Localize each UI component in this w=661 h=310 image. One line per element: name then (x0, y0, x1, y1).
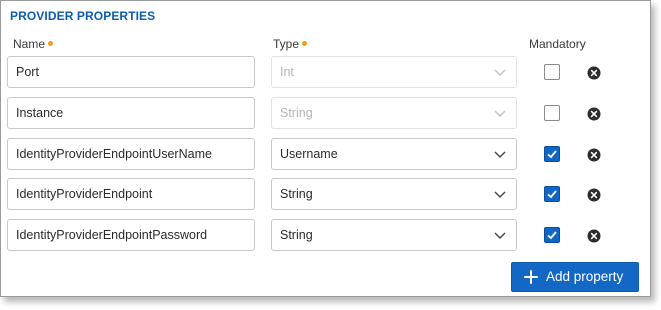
property-type-value: Int (280, 65, 294, 79)
remove-circle-icon[interactable] (587, 188, 601, 202)
property-name-input[interactable]: Port (7, 56, 255, 88)
add-property-label: Add property (546, 269, 624, 284)
property-name-input[interactable]: Instance (7, 97, 255, 129)
section-title: PROVIDER PROPERTIES (10, 9, 156, 23)
property-name-input[interactable]: IdentityProviderEndpointUserName (7, 138, 255, 170)
property-row: Port Int (1, 56, 650, 88)
mandatory-checkbox[interactable] (544, 64, 560, 80)
property-name-input[interactable]: IdentityProviderEndpointPassword (7, 219, 255, 251)
property-type-value: String (280, 106, 313, 120)
chevron-down-icon (494, 191, 506, 199)
check-icon (547, 231, 557, 240)
property-type-value: String (280, 228, 313, 242)
chevron-down-icon (494, 151, 506, 159)
property-type-select[interactable]: String (271, 97, 517, 129)
property-row: IdentityProviderEndpoint String (1, 178, 650, 210)
property-type-value: Username (280, 147, 338, 161)
property-type-value: String (280, 187, 313, 201)
chevron-down-icon (494, 69, 506, 77)
column-header-type: Type (273, 37, 308, 51)
chevron-down-icon (494, 232, 506, 240)
required-indicator (48, 41, 54, 46)
add-property-button[interactable]: Add property (511, 262, 639, 292)
property-type-select[interactable]: Int (271, 56, 517, 88)
provider-properties-panel: PROVIDER PROPERTIES Name Type Mandatory … (0, 0, 651, 297)
property-type-select[interactable]: String (271, 219, 517, 251)
property-name-input[interactable]: IdentityProviderEndpoint (7, 178, 255, 210)
property-type-select[interactable]: String (271, 178, 517, 210)
mandatory-checkbox[interactable] (544, 105, 560, 121)
property-row: IdentityProviderEndpointUserName Usernam… (1, 138, 650, 170)
check-icon (547, 190, 557, 199)
column-header-name: Name (13, 37, 54, 51)
remove-circle-icon[interactable] (587, 107, 601, 121)
column-header-name-label: Name (13, 37, 46, 51)
required-indicator (302, 41, 308, 46)
property-row: IdentityProviderEndpointPassword String (1, 219, 650, 251)
mandatory-checkbox[interactable] (544, 186, 560, 202)
remove-circle-icon[interactable] (587, 229, 601, 243)
chevron-down-icon (494, 110, 506, 118)
plus-icon (524, 270, 538, 284)
mandatory-checkbox[interactable] (544, 146, 560, 162)
property-row: Instance String (1, 97, 650, 129)
column-header-mandatory: Mandatory (529, 37, 586, 51)
column-header-type-label: Type (273, 37, 300, 51)
mandatory-checkbox[interactable] (544, 227, 560, 243)
property-type-select[interactable]: Username (271, 138, 517, 170)
remove-circle-icon[interactable] (587, 148, 601, 162)
check-icon (547, 150, 557, 159)
remove-circle-icon[interactable] (587, 66, 601, 80)
